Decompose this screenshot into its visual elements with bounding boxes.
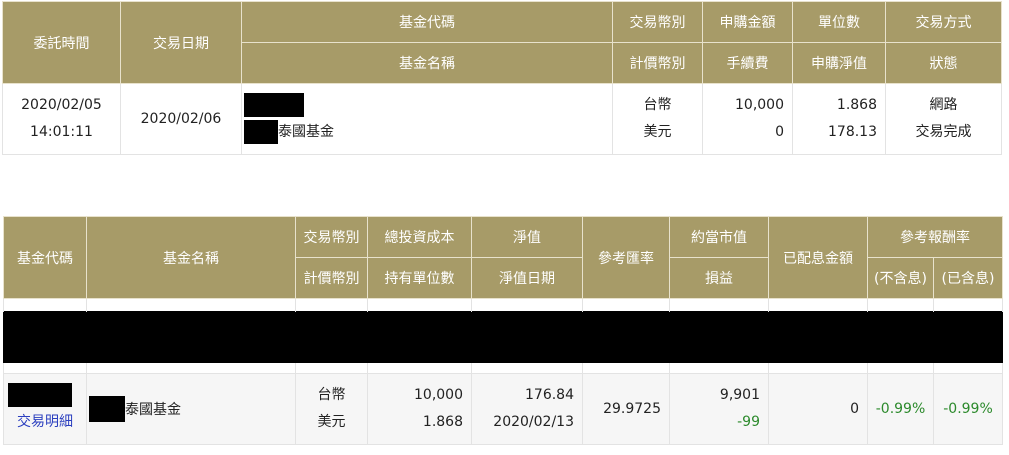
header-order-time: 委託時間	[2, 1, 121, 84]
trade-currency: 台幣	[317, 387, 346, 403]
order-row: 2020/02/05 14:01:11 2020/02/06 泰國基金 台幣 美…	[2, 83, 1002, 155]
currency-cell: 台幣 美元	[612, 83, 703, 155]
header-trade-currency: 交易幣別	[612, 1, 703, 43]
redacted-fund-code	[8, 383, 72, 407]
status: 交易完成	[915, 124, 972, 140]
subscription-amount: 10,000	[735, 97, 784, 113]
order-record-table: 委託時間 交易日期 基金代碼 交易幣別 申購金額 單位數 交易方式 基金名稱 計…	[2, 1, 1002, 155]
currency-cell: 台幣 美元	[295, 373, 368, 445]
header-nav: 淨值	[471, 216, 583, 258]
header-incl-div: (已含息)	[933, 257, 1003, 299]
fee: 0	[775, 124, 784, 140]
cost-units-cell: 10,000 1.868	[367, 373, 472, 445]
header-fund-name: 基金名稱	[86, 216, 296, 299]
header-trade-currency: 交易幣別	[295, 216, 368, 258]
holdings-table: 基金代碼 基金名稱 交易幣別 總投資成本 淨值 參考匯率 約當市值 已配息金額 …	[3, 216, 1003, 445]
header-excl-div: (不含息)	[867, 257, 934, 299]
redaction-bar	[3, 311, 1003, 363]
value-pnl-cell: 9,901 -99	[669, 373, 769, 445]
units-cell: 1.868 178.13	[792, 83, 886, 155]
price-currency: 美元	[643, 124, 672, 140]
header-dividend: 已配息金額	[768, 216, 868, 299]
nav: 176.84	[525, 387, 574, 403]
header-fee: 手續費	[702, 42, 793, 84]
header-market-value: 約當市值	[669, 216, 769, 258]
redacted-fund-prefix	[89, 396, 125, 422]
fund-code-name-cell: 泰國基金	[241, 83, 613, 155]
header-fund-code: 基金代碼	[3, 216, 87, 299]
redacted-fund-prefix	[244, 120, 278, 144]
header-trade-method: 交易方式	[885, 1, 1002, 43]
header-fund-name: 基金名稱	[241, 42, 613, 84]
redacted-row	[3, 311, 1003, 363]
return-excl-div: -0.99%	[867, 373, 934, 445]
amount-cell: 10,000 0	[702, 83, 793, 155]
redacted-fund-code	[244, 93, 304, 117]
header-ref-rate: 參考匯率	[582, 216, 670, 299]
subscription-nav: 178.13	[828, 124, 877, 140]
header-fund-code: 基金代碼	[241, 1, 613, 43]
order-datetime-cell: 2020/02/05 14:01:11	[2, 83, 121, 155]
header-subscription-amount: 申購金額	[702, 1, 793, 43]
dividend: 0	[768, 373, 868, 445]
held-units: 1.868	[422, 414, 463, 430]
trade-method: 網路	[929, 97, 958, 113]
fund-name: 泰國基金	[125, 402, 181, 418]
fund-name-cell: 泰國基金	[86, 373, 296, 445]
header-trade-date: 交易日期	[120, 1, 242, 84]
header-subscription-nav: 申購淨值	[792, 42, 886, 84]
header-held-units: 持有單位數	[367, 257, 472, 299]
spacer-row	[3, 298, 1003, 312]
spacer-row	[3, 362, 1003, 374]
header-price-currency: 計價幣別	[295, 257, 368, 299]
units: 1.868	[836, 97, 877, 113]
ref-rate: 29.9725	[582, 373, 670, 445]
trade-date: 2020/02/06	[120, 83, 242, 155]
header-nav-date: 淨值日期	[471, 257, 583, 299]
market-value: 9,901	[719, 387, 760, 403]
holding-row: 交易明細 泰國基金 台幣 美元 10,000 1.868 176.84 2020…	[3, 373, 1003, 445]
nav-cell: 176.84 2020/02/13	[471, 373, 583, 445]
trade-currency: 台幣	[643, 97, 672, 113]
fund-name: 泰國基金	[278, 124, 334, 140]
header-status: 狀態	[885, 42, 1002, 84]
price-currency: 美元	[317, 414, 346, 430]
return-incl-div: -0.99%	[933, 373, 1003, 445]
total-cost: 10,000	[414, 387, 463, 403]
nav-date: 2020/02/13	[493, 414, 574, 430]
header-price-currency: 計價幣別	[612, 42, 703, 84]
header-ref-return: 參考報酬率	[867, 216, 1003, 258]
fund-code-cell: 交易明細	[3, 373, 87, 445]
pnl: -99	[737, 414, 760, 430]
header-units: 單位數	[792, 1, 886, 43]
order-date: 2020/02/05	[21, 97, 102, 113]
header-pnl: 損益	[669, 257, 769, 299]
trade-detail-link[interactable]: 交易明細	[4, 409, 86, 436]
method-status-cell: 網路 交易完成	[885, 83, 1002, 155]
order-time: 14:01:11	[30, 124, 93, 140]
header-total-cost: 總投資成本	[367, 216, 472, 258]
